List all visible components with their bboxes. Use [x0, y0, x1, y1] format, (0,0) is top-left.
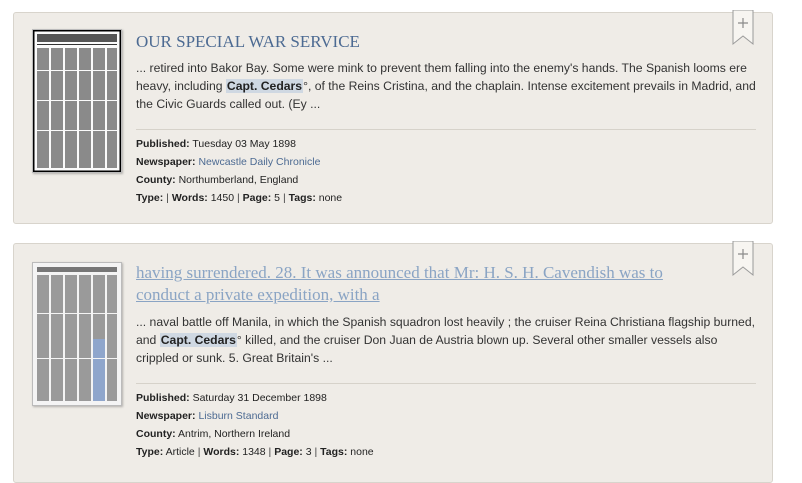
result-metadata: Published: Tuesday 03 May 1898 Newspaper… [136, 135, 756, 207]
published-row: Published: Saturday 31 December 1898 [136, 392, 327, 404]
newspaper-thumbnail[interactable] [32, 29, 122, 173]
newspaper-row: Newspaper: Lisburn Standard [136, 410, 279, 422]
county-row: County: Northumberland, England [136, 174, 299, 186]
page-value: 5 [274, 192, 281, 204]
result-title-link[interactable]: OUR SPECIAL WAR SERVICE [136, 31, 716, 53]
divider [136, 129, 756, 130]
tags-value: none [350, 446, 374, 458]
result-title-link[interactable]: having surrendered. 28. It was announced… [136, 262, 716, 306]
county-value: Antrim, Northern Ireland [178, 428, 291, 440]
page-value: 3 [305, 446, 312, 458]
newspaper-link[interactable]: Lisburn Standard [198, 410, 278, 422]
county-value: Northumberland, England [178, 174, 299, 186]
newspaper-row: Newspaper: Newcastle Daily Chronicle [136, 156, 321, 168]
result-metadata: Published: Saturday 31 December 1898 New… [136, 389, 756, 461]
search-term-highlight: Capt. Cedars [225, 79, 304, 93]
newspaper-thumbnail[interactable] [32, 262, 122, 406]
result-snippet: ... naval battle off Manila, in which th… [136, 313, 758, 367]
type-row: Type: Article | Words: 1348 | Page: 3 | … [136, 446, 374, 458]
search-term-highlight: Capt. Cedars [159, 333, 237, 347]
search-result-card: OUR SPECIAL WAR SERVICE ... retired into… [13, 9, 773, 224]
search-result-card: having surrendered. 28. It was announced… [13, 240, 773, 483]
bookmark-add-icon[interactable] [732, 240, 754, 277]
tags-value: none [318, 192, 343, 204]
result-snippet: ... retired into Bakor Bay. Some were mi… [136, 59, 758, 113]
published-date: Saturday 31 December 1898 [192, 392, 327, 404]
divider [136, 383, 756, 384]
published-date: Tuesday 03 May 1898 [192, 138, 296, 150]
words-value: 1348 [242, 446, 266, 458]
published-row: Published: Tuesday 03 May 1898 [136, 138, 296, 150]
type-value: Article [165, 446, 195, 458]
words-value: 1450 [210, 192, 235, 204]
newspaper-link[interactable]: Newcastle Daily Chronicle [198, 156, 320, 168]
county-row: County: Antrim, Northern Ireland [136, 428, 291, 440]
type-row: Type: | Words: 1450 | Page: 5 | Tags: no… [136, 192, 343, 204]
bookmark-add-icon[interactable] [732, 9, 754, 46]
